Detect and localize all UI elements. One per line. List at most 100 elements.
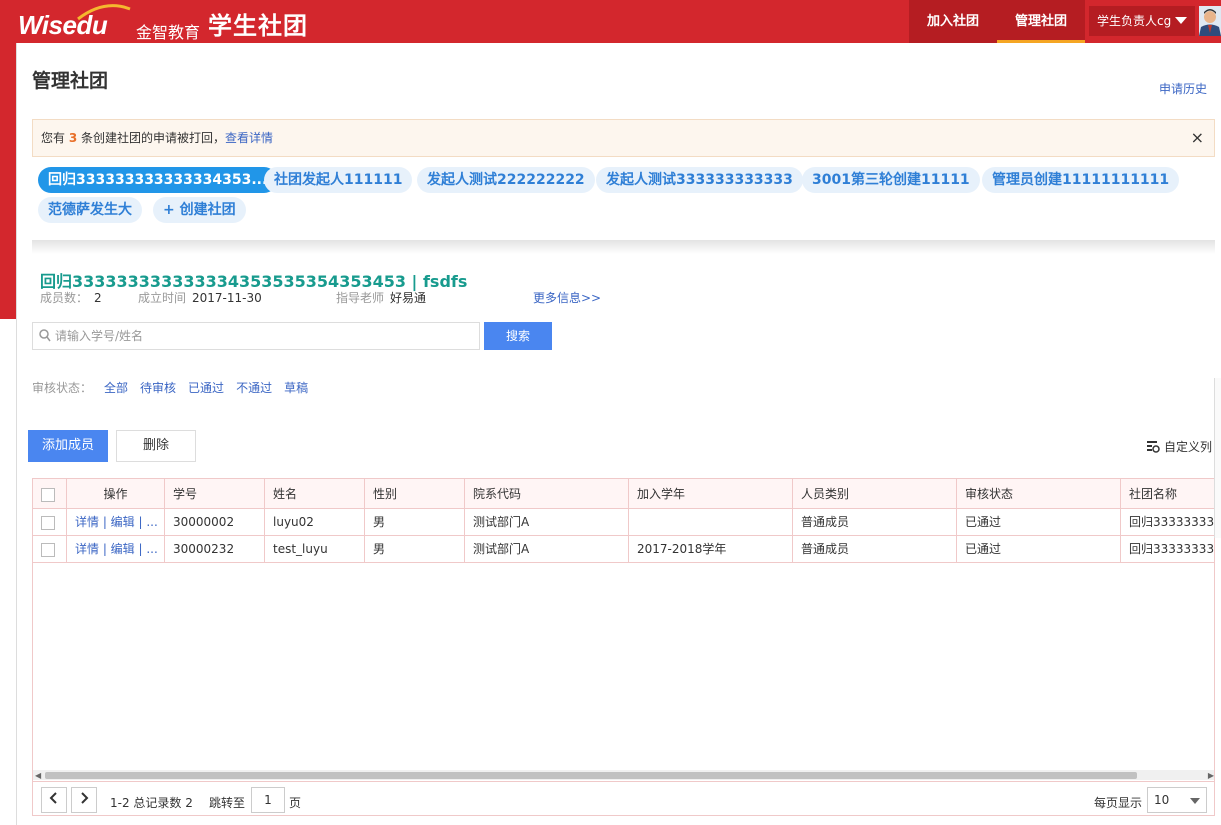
user-menu[interactable]: 学生负责人cg: [1089, 6, 1195, 36]
club-chip[interactable]: 发起人测试222222222: [417, 167, 595, 193]
founded-label: 成立时间: [138, 291, 187, 305]
page-title: 管理社团: [32, 70, 109, 92]
members-table: 操作 学号 姓名 性别 院系代码 加入学年 人员类别 审核状态 社团名称 详情 …: [32, 478, 1215, 816]
club-chip[interactable]: 范德萨发生大: [38, 197, 142, 223]
cell-name: luyu02: [265, 509, 365, 536]
avatar[interactable]: [1199, 6, 1221, 36]
row-checkbox[interactable]: [41, 542, 55, 557]
scrollbar-thumb[interactable]: [45, 772, 1137, 779]
caret-down-icon: [1175, 17, 1187, 24]
filter-all[interactable]: 全部: [104, 381, 128, 395]
row-select-cell: [33, 536, 67, 563]
alert-suffix: 条创建社团的申请被打回，: [77, 131, 226, 145]
nav-manage-club-label: 管理社团: [1014, 14, 1067, 29]
col-header-dept-code[interactable]: 院系代码: [465, 479, 629, 509]
row-action-links[interactable]: 详情 | 编辑 | ...: [75, 515, 158, 529]
advisor: 指导老师 好易通: [336, 289, 426, 306]
chevron-down-icon: [1190, 798, 1200, 804]
col-header-review-status[interactable]: 审核状态: [957, 479, 1121, 509]
club-chip[interactable]: 管理员创建11111111111: [982, 167, 1180, 193]
cell-gender: 男: [365, 536, 465, 563]
table-row: 详情 | 编辑 | ... 30000002 luyu02 男 测试部门A 普通…: [33, 509, 1215, 536]
row-actions: 详情 | 编辑 | ...: [67, 509, 165, 536]
club-chip-active[interactable]: 回归333333333333334353...: [38, 167, 278, 193]
app-title: 学生社团: [208, 12, 308, 40]
chevron-left-icon: [49, 792, 57, 804]
table-row: 详情 | 编辑 | ... 30000232 test_luyu 男 测试部门A…: [33, 536, 1214, 563]
search-input[interactable]: [55, 326, 475, 346]
nav-join-club[interactable]: 加入社团: [909, 0, 997, 43]
alert-details-link[interactable]: 查看详情: [225, 131, 273, 145]
scroll-right-arrow-icon[interactable]: ▶: [1208, 771, 1214, 780]
cell-join-year: 2017-2018学年: [629, 536, 793, 563]
horizontal-scrollbar[interactable]: ◀ ▶: [33, 770, 1214, 780]
col-header-actions: 操作: [67, 479, 165, 509]
prev-page-button[interactable]: [41, 787, 67, 813]
cell-dept-code: 测试部门A: [465, 509, 629, 536]
cell-student-id: 30000232: [165, 536, 265, 563]
add-member-button[interactable]: 添加成员: [28, 430, 108, 462]
col-header-member-type[interactable]: 人员类别: [793, 479, 957, 509]
cell-student-id: 30000002: [165, 509, 265, 536]
cell-gender: 男: [365, 509, 465, 536]
col-header-club-name[interactable]: 社团名称: [1121, 479, 1214, 509]
cell-dept-code: 测试部门A: [465, 536, 629, 563]
col-header-name[interactable]: 姓名: [265, 479, 365, 509]
alert-count: 3: [68, 131, 78, 145]
scroll-left-arrow-icon[interactable]: ◀: [35, 771, 41, 780]
cell-member-type: 普通成员: [793, 536, 957, 563]
more-info-link[interactable]: 更多信息>>: [533, 289, 601, 306]
club-chip[interactable]: 3001第三轮创建11111: [802, 167, 980, 193]
col-header-student-id[interactable]: 学号: [165, 479, 265, 509]
next-page-button[interactable]: [71, 787, 97, 813]
per-page-select[interactable]: 10: [1147, 787, 1207, 813]
columns-settings-icon: [1147, 441, 1160, 453]
jump-label: 跳转至: [209, 796, 246, 810]
custom-columns-button[interactable]: 自定义列: [1146, 438, 1212, 455]
filter-draft[interactable]: 草稿: [284, 381, 308, 395]
create-club-button[interactable]: + 创建社团: [153, 197, 246, 223]
per-page-value: 10: [1154, 793, 1170, 807]
member-count: 成员数： 2: [40, 289, 102, 306]
cell-member-type: 普通成员: [793, 509, 957, 536]
delete-button[interactable]: 删除: [116, 430, 196, 462]
col-header-gender[interactable]: 性别: [365, 479, 465, 509]
logo-chinese-text: 金智教育: [136, 23, 201, 42]
select-all-cell: [33, 479, 67, 509]
row-action-links[interactable]: 详情 | 编辑 | ...: [75, 542, 158, 556]
filter-rejected[interactable]: 不通过: [236, 381, 272, 395]
section-divider: [32, 240, 1215, 254]
advisor-value: 好易通: [390, 291, 427, 305]
cell-join-year: [629, 509, 793, 536]
user-name: 学生负责人cg: [1097, 14, 1172, 28]
club-chip[interactable]: 发起人测试333333333333: [596, 167, 803, 193]
filter-approved[interactable]: 已通过: [188, 381, 224, 395]
cell-club-name: 回归333333333333: [1129, 515, 1215, 529]
cell-review-status: 已通过: [957, 509, 1121, 536]
advisor-label: 指导老师: [336, 291, 385, 305]
nav-manage-club[interactable]: 管理社团: [997, 0, 1085, 43]
pagination: 1-2 总记录数 2 跳转至 1 页 每页显示 10: [33, 781, 1214, 815]
row-checkbox[interactable]: [41, 515, 55, 530]
col-header-join-year[interactable]: 加入学年: [629, 479, 793, 509]
select-all-checkbox[interactable]: [41, 487, 55, 502]
search-icon: [39, 329, 51, 342]
page-unit: 页: [289, 796, 302, 810]
member-count-value: 2: [94, 291, 102, 305]
filter-pending[interactable]: 待审核: [140, 381, 176, 395]
per-page-label: 每页显示: [1094, 796, 1143, 810]
cell-review-status: 已通过: [957, 536, 1121, 563]
search-field[interactable]: [32, 322, 480, 350]
founded-value: 2017-11-30: [192, 291, 262, 305]
search-button[interactable]: 搜索: [484, 322, 552, 350]
logo-swoosh-icon: [77, 4, 131, 21]
club-chip[interactable]: 社团发起人111111: [264, 167, 413, 193]
row-select-cell: [33, 509, 67, 536]
side-drawer-edge[interactable]: [1214, 378, 1221, 538]
application-history-link[interactable]: 申请历史: [1159, 80, 1207, 97]
page-number-input[interactable]: 1: [251, 787, 285, 813]
close-icon[interactable]: ×: [1191, 120, 1204, 156]
member-count-label: 成员数：: [40, 291, 89, 305]
chevron-right-icon: [81, 792, 89, 804]
custom-columns-label: 自定义列: [1164, 440, 1213, 454]
